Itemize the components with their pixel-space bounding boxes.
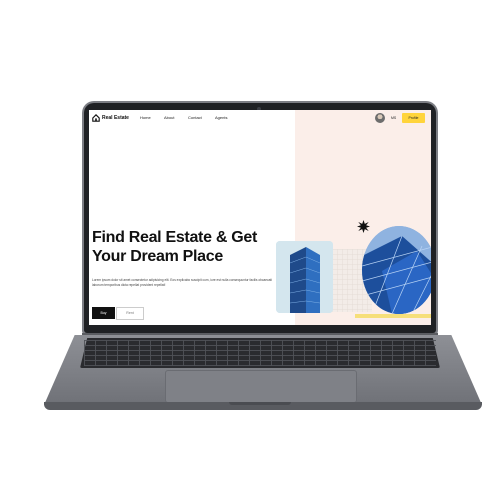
nav-link-home[interactable]: Home <box>140 115 151 120</box>
buy-button[interactable]: Buy <box>92 307 115 319</box>
trackpad <box>165 370 357 403</box>
nav-link-contact[interactable]: Contact <box>188 115 202 120</box>
rent-button[interactable]: Rent <box>116 307 144 320</box>
headline-line-2: Your Dream Place <box>92 248 223 265</box>
nav-link-agents[interactable]: Agents <box>215 115 227 120</box>
skyscraper-image <box>276 241 333 313</box>
user-name: MS <box>391 116 397 120</box>
brand-name[interactable]: Real Estate <box>102 115 129 121</box>
keyboard-keys <box>84 340 436 366</box>
hero-headline: Find Real Estate & Get Your Dream Place <box>92 228 257 266</box>
building-photo-card <box>276 241 333 313</box>
browser-screen: Real Estate Home About Contact Agents MS… <box>89 110 431 325</box>
avatar[interactable] <box>375 113 385 123</box>
accent-strip <box>355 314 431 318</box>
house-icon[interactable] <box>92 114 100 122</box>
headline-line-1: Find Real Estate & Get <box>92 229 257 246</box>
top-nav: Real Estate Home About Contact Agents MS… <box>89 110 431 127</box>
profile-button[interactable]: Profile <box>402 113 425 123</box>
hero-description: Lorem ipsum dolor sit amet consectetur a… <box>92 278 273 287</box>
lid-notch <box>229 402 291 405</box>
glass-building-image <box>362 226 431 314</box>
starburst-icon <box>357 220 370 233</box>
nav-link-about[interactable]: About <box>164 115 174 120</box>
glass-building-photo <box>362 226 431 314</box>
